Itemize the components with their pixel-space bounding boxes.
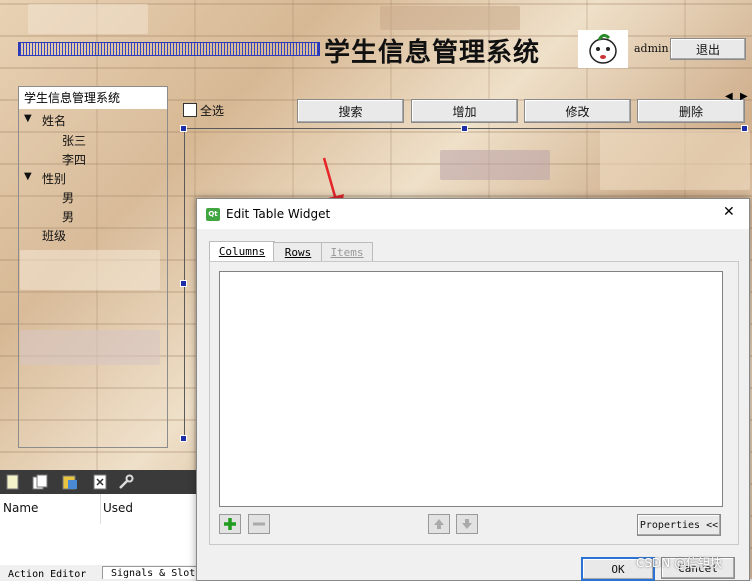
edit-button[interactable]: 修改 [524,99,631,123]
select-all-label: 全选 [200,104,225,118]
add-button[interactable]: 增加 [411,99,518,123]
avatar-face-icon [589,33,617,64]
minus-icon [253,522,265,526]
tree-node-class[interactable]: 班级 [42,227,66,244]
dialog-titlebar[interactable]: Qt Edit Table Widget ✕ [197,199,749,229]
resize-handle[interactable] [180,280,187,287]
tree-node-lisi[interactable]: 李四 [62,151,86,168]
bottom-tab-bar: Action Editor Signals & Slots [0,565,197,579]
category-tree[interactable]: 学生信息管理系统 ▼ 姓名 张三 李四 ▼ 性别 男 男 班级 [18,86,168,448]
close-icon[interactable]: ✕ [723,204,735,220]
columns-list[interactable] [219,271,723,507]
qt-app-icon: Qt [206,208,220,221]
move-down-button[interactable] [456,514,478,534]
tab-columns[interactable]: Columns [209,241,275,263]
tab-signals-slots[interactable]: Signals & Slots [102,566,197,579]
title-decoration-line [18,42,320,56]
stone-tile [380,6,520,30]
expander-icon[interactable]: ▼ [24,171,32,182]
resource-icon[interactable] [62,474,78,490]
column-header-name: Name [3,501,39,515]
edit-table-widget-dialog: Qt Edit Table Widget ✕ Columns Rows Item… [196,198,750,581]
delete-button[interactable]: 删除 [637,99,745,123]
select-all-checkbox[interactable] [183,103,197,117]
arrow-up-icon [434,519,444,529]
column-header-used: Used [103,501,134,515]
resize-handle[interactable] [741,125,748,132]
resize-handle[interactable] [180,125,187,132]
tree-node-gender[interactable]: 性别 [42,170,66,187]
properties-toggle-button[interactable]: Properties << [637,514,721,536]
username-label: admin [634,42,669,55]
delete-file-icon[interactable] [92,474,108,490]
tab-items[interactable]: Items [321,242,373,263]
scroll-left-icon[interactable]: ◀ [725,91,733,102]
add-column-button[interactable] [219,514,241,534]
stone-tile [440,150,550,180]
remove-column-button[interactable] [248,514,270,534]
columns-tab-pane: Properties << [209,261,739,545]
tree-node-male-1[interactable]: 男 [62,189,74,206]
new-file-icon[interactable] [5,474,21,490]
tab-action-editor[interactable]: Action Editor [8,569,86,579]
tree-node-zhangsan[interactable]: 张三 [62,132,86,149]
tree-header: 学生信息管理系统 [19,87,167,109]
resize-handle[interactable] [180,435,187,442]
tree-node-male-2[interactable]: 男 [62,208,74,225]
properties-table: Name Used Action Editor Signals & Slots [0,494,197,579]
dialog-title: Edit Table Widget [226,207,331,221]
user-avatar [578,30,628,68]
stone-tile [600,130,750,190]
watermark: CSDN @信钽块 [636,556,723,570]
logout-button[interactable]: 退出 [670,38,746,60]
copy-icon[interactable] [32,474,48,490]
column-divider [100,494,101,524]
stone-tile [28,4,148,34]
scroll-right-icon[interactable]: ▶ [740,91,748,102]
app-title: 学生信息管理系统 [324,38,541,68]
resize-handle[interactable] [461,125,468,132]
plus-icon [224,518,236,530]
move-up-button[interactable] [428,514,450,534]
tab-rows[interactable]: Rows [273,242,323,263]
wrench-icon[interactable] [118,474,134,490]
search-button[interactable]: 搜索 [297,99,404,123]
tree-node-name[interactable]: 姓名 [42,112,66,129]
expander-icon[interactable]: ▼ [24,113,32,124]
arrow-down-icon [462,519,472,529]
